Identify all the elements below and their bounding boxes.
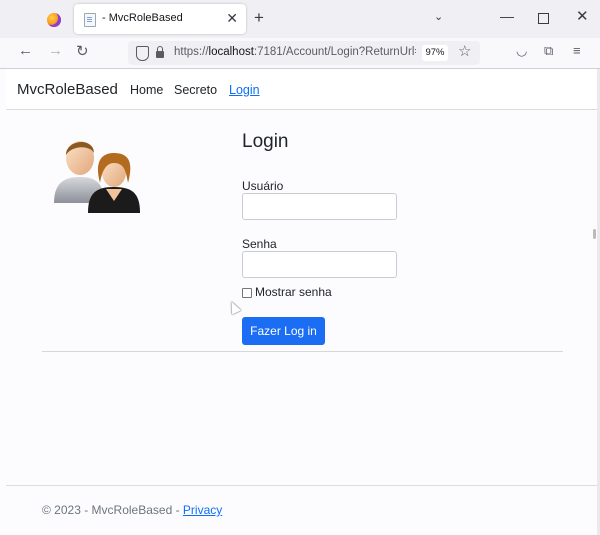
tab-title: - MvcRoleBased [102,12,183,24]
login-submit-button[interactable]: Fazer Log in [242,317,325,345]
scroll-indicator[interactable] [593,229,596,239]
pocket-icon[interactable]: ◡ [516,43,527,59]
browser-toolbar: ← → ↻ https://localhost:7181/Account/Log… [0,38,600,69]
page-viewport: MvcRoleBased Home Secreto Login Login Us… [0,69,597,535]
url-scheme: https:// [174,46,209,58]
url-host: localhost [208,46,254,58]
firefox-icon [47,13,61,27]
bookmark-star-icon[interactable]: ☆ [458,42,471,60]
show-password-label[interactable]: Mostrar senha [255,285,332,299]
active-tab[interactable]: - MvcRoleBased ✕ [74,4,246,34]
back-icon[interactable]: ← [18,42,33,59]
footer: © 2023 - MvcRoleBased - Privacy [42,503,222,517]
firefox-tab[interactable] [38,8,70,32]
url-path: :7181/Account/Login?ReturnUrl=% [253,46,416,58]
nav-secreto[interactable]: Secreto [174,83,217,97]
privacy-link[interactable]: Privacy [183,503,222,517]
users-avatar-image [54,141,140,213]
nav-home[interactable]: Home [130,83,163,97]
username-input[interactable] [242,193,397,220]
close-window-icon[interactable]: ✕ [576,7,589,25]
forward-icon[interactable]: → [48,42,63,59]
show-password-checkbox[interactable] [242,288,252,298]
nav-login[interactable]: Login [229,83,260,97]
password-label: Senha [242,237,277,251]
list-tabs-icon[interactable]: ⌄ [434,10,443,23]
username-label: Usuário [242,179,284,193]
page-favicon-icon [84,13,96,27]
new-tab-button[interactable]: + [254,8,264,28]
password-input[interactable] [242,251,397,278]
menu-icon[interactable]: ≡ [573,43,581,58]
minimize-window-icon[interactable]: — [500,8,514,24]
lock-icon[interactable] [156,46,164,58]
url-bar[interactable]: https://localhost:7181/Account/Login?Ret… [128,41,480,65]
site-brand[interactable]: MvcRoleBased [17,81,118,98]
zoom-level-button[interactable]: 97% [422,45,448,61]
login-title: Login [242,131,289,152]
footer-text: © 2023 - MvcRoleBased - [42,503,183,517]
tracking-shield-icon[interactable] [136,46,149,61]
tab-close-icon[interactable]: ✕ [226,10,238,27]
mouse-cursor-icon [226,299,242,315]
browser-tab-strip: - MvcRoleBased ✕ + ⌄ — ✕ [0,0,600,38]
maximize-window-icon[interactable] [538,13,549,24]
extensions-icon[interactable]: ⧉ [544,43,553,59]
divider [42,351,563,352]
site-navbar: MvcRoleBased Home Secreto Login [6,69,597,110]
url-text[interactable]: https://localhost:7181/Account/Login?Ret… [174,46,416,58]
footer-divider [6,485,597,486]
reload-icon[interactable]: ↻ [76,42,89,60]
